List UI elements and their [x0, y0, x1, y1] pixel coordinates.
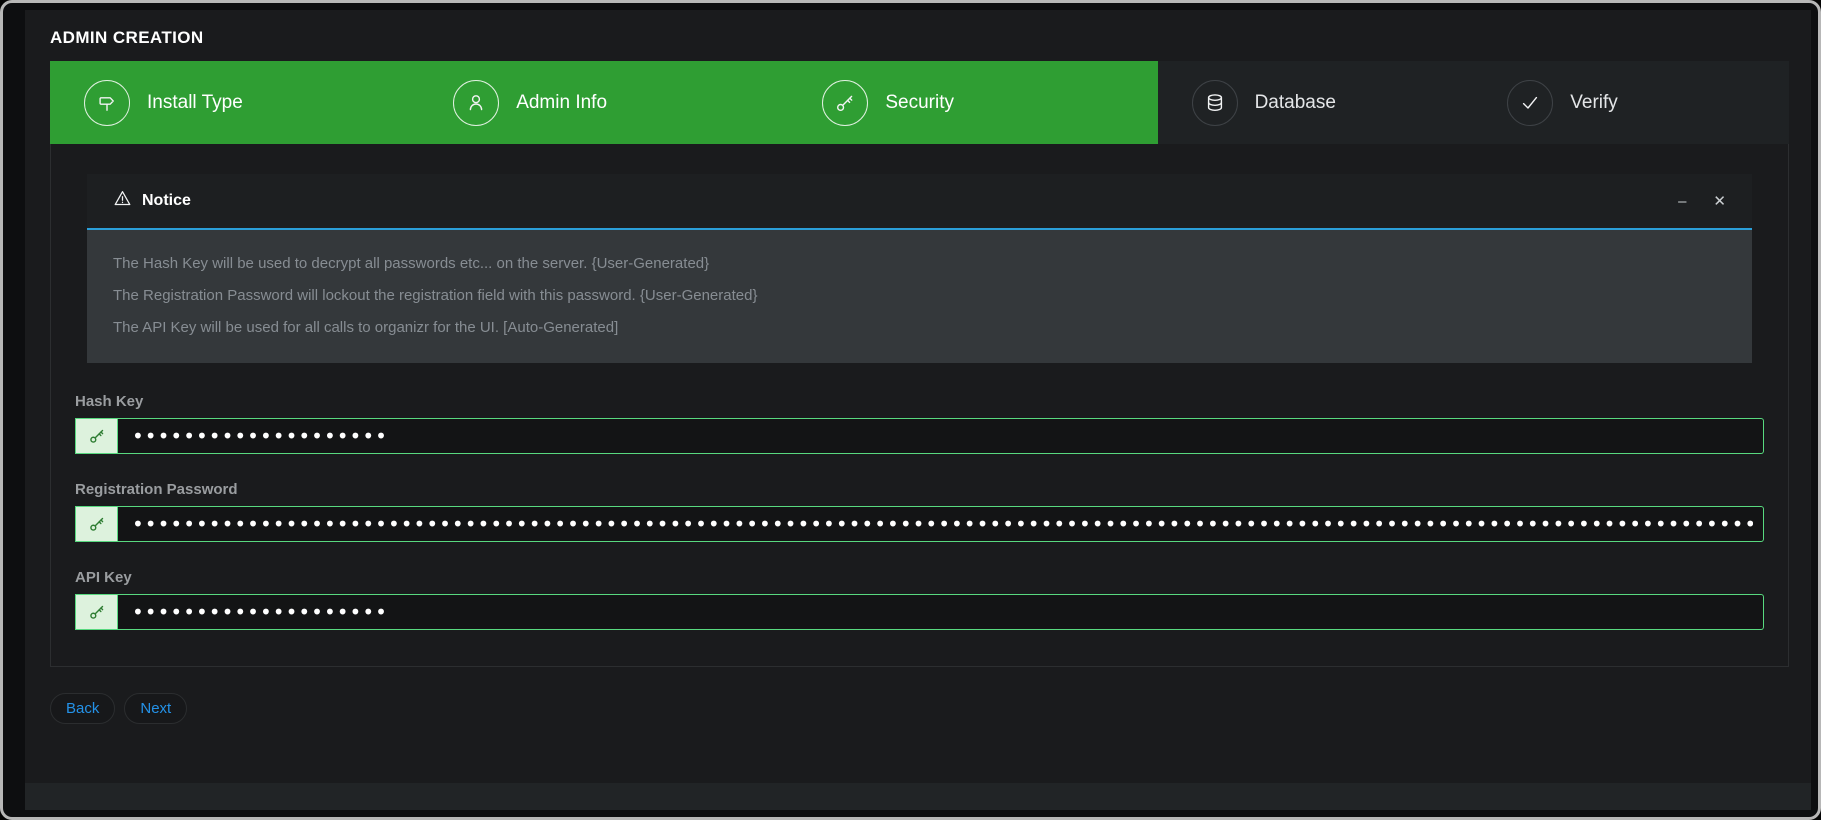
wizard-step-database[interactable]: Database — [1158, 61, 1474, 144]
api-key-input[interactable] — [118, 594, 1764, 630]
user-icon — [453, 80, 499, 126]
key-icon — [75, 594, 118, 630]
api-key-input-group — [75, 594, 1764, 630]
registration-password-label: Registration Password — [75, 481, 1764, 498]
footer-bar — [25, 783, 1811, 810]
wizard-actions: Back Next — [50, 693, 1789, 724]
registration-password-field-group: Registration Password — [75, 481, 1764, 542]
security-tab-pane: Notice – ✕ The Hash Key will be used to … — [50, 144, 1789, 667]
notice-line-hash-key: The Hash Key will be used to decrypt all… — [113, 255, 1726, 272]
key-icon — [75, 506, 118, 542]
close-icon[interactable]: ✕ — [1713, 194, 1726, 209]
notice-body: The Hash Key will be used to decrypt all… — [87, 230, 1752, 363]
api-key-field-group: API Key — [75, 569, 1764, 630]
key-icon — [822, 80, 868, 126]
notice-line-api-key: The API Key will be used for all calls t… — [113, 319, 1726, 336]
wizard-step-verify[interactable]: Verify — [1473, 61, 1789, 144]
next-button[interactable]: Next — [124, 693, 187, 724]
page-title: ADMIN CREATION — [50, 28, 1789, 48]
notice-line-registration-password: The Registration Password will lockout t… — [113, 287, 1726, 304]
database-icon — [1192, 80, 1238, 126]
check-icon — [1507, 80, 1553, 126]
wizard-nav: Install Type Admin Info Security Databas… — [50, 61, 1789, 144]
app-window: ADMIN CREATION Install Type Admin Info S… — [0, 0, 1821, 820]
hash-key-input-group — [75, 418, 1764, 454]
wizard-step-label: Security — [885, 92, 954, 114]
hash-key-field-group: Hash Key — [75, 393, 1764, 454]
wizard-step-security[interactable]: Security — [788, 61, 1157, 144]
notice-header: Notice – ✕ — [87, 174, 1752, 230]
wizard-step-label: Install Type — [147, 92, 243, 114]
signpost-icon — [84, 80, 130, 126]
back-button[interactable]: Back — [50, 693, 115, 724]
wizard-step-admin-info[interactable]: Admin Info — [419, 61, 788, 144]
api-key-label: API Key — [75, 569, 1764, 586]
wizard-step-label: Admin Info — [516, 92, 607, 114]
admin-creation-card: ADMIN CREATION Install Type Admin Info S… — [25, 10, 1811, 810]
hash-key-input[interactable] — [118, 418, 1764, 454]
notice-panel: Notice – ✕ The Hash Key will be used to … — [87, 174, 1752, 363]
notice-tools: – ✕ — [1678, 194, 1726, 209]
warning-icon — [113, 189, 132, 213]
key-icon — [75, 418, 118, 454]
registration-password-input[interactable] — [118, 506, 1764, 542]
wizard-step-install-type[interactable]: Install Type — [50, 61, 419, 144]
hash-key-label: Hash Key — [75, 393, 1764, 410]
notice-title: Notice — [142, 192, 191, 210]
wizard-step-label: Database — [1255, 92, 1336, 114]
registration-password-input-group — [75, 506, 1764, 542]
minimize-icon[interactable]: – — [1678, 194, 1686, 209]
wizard-step-label: Verify — [1570, 92, 1618, 114]
